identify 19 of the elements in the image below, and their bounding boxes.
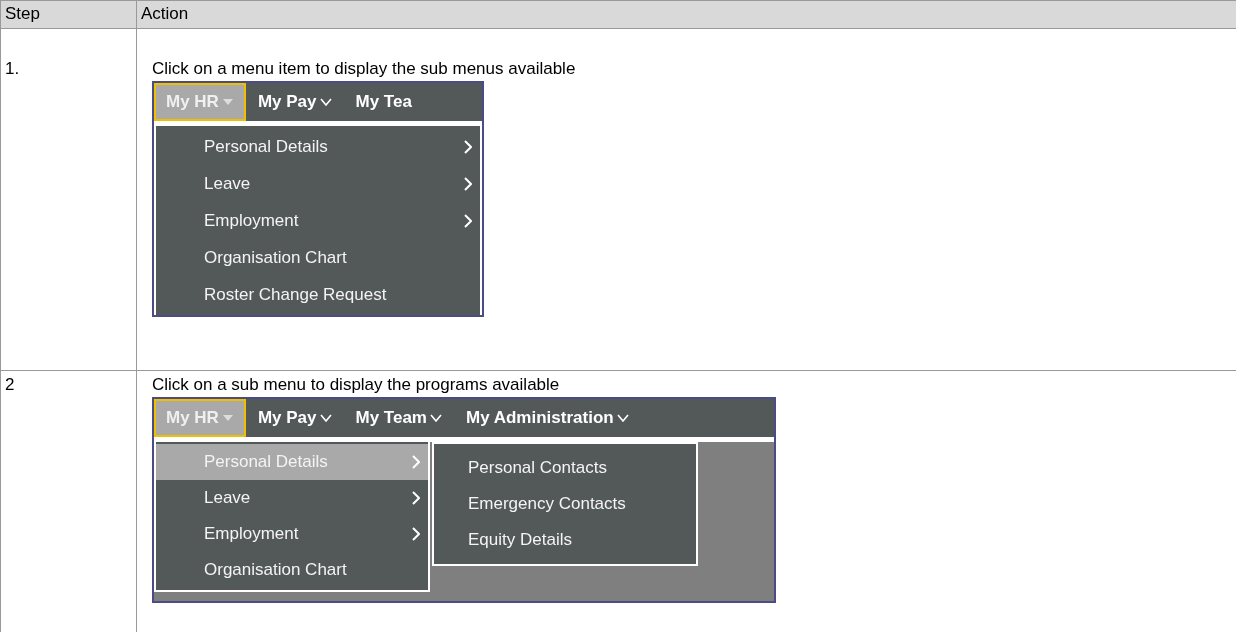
menu-bar-item[interactable]: My Pay: [245, 83, 344, 121]
menu-item[interactable]: Leave: [156, 165, 480, 202]
menu-bar-item[interactable]: My Team: [343, 399, 454, 437]
step-number: 2: [1, 371, 137, 632]
menu-item[interactable]: Organisation Chart: [156, 239, 480, 276]
menu-item[interactable]: Employment: [156, 202, 480, 239]
submenu-item[interactable]: Emergency Contacts: [434, 486, 696, 522]
submenu-item[interactable]: Equity Details: [434, 522, 696, 558]
menu-item[interactable]: Leave: [156, 480, 428, 516]
menu-item[interactable]: Employment: [156, 516, 428, 552]
submenu-item[interactable]: Personal Contacts: [434, 450, 696, 486]
menu-bar-item[interactable]: My Administration: [454, 399, 641, 437]
instruction-text: Click on a sub menu to display the programs available: [152, 375, 561, 395]
menu-item[interactable]: Organisation Chart: [156, 552, 428, 588]
instruction-text: Click on a menu item to display the sub menus available: [152, 59, 577, 79]
menu-bar-item[interactable]: My Pay: [245, 399, 344, 437]
menu-item[interactable]: Personal Details: [156, 128, 480, 165]
menu-bar-item[interactable]: My Tea: [343, 83, 424, 121]
menu-item[interactable]: Roster Change Request: [156, 276, 480, 313]
